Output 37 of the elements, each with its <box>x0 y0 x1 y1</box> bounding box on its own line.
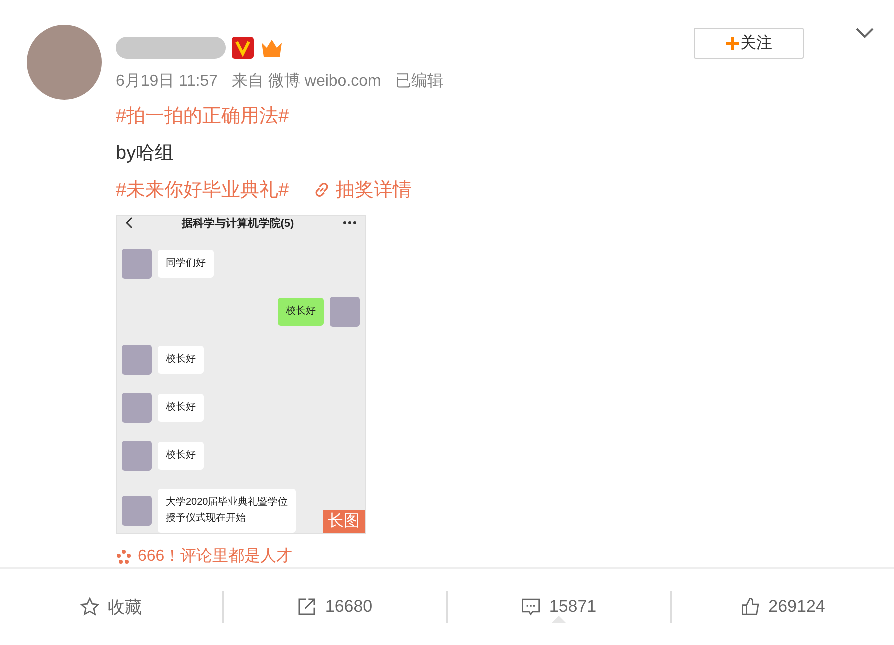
avatar-placeholder <box>122 441 152 471</box>
long-image-badge: 长图 <box>323 510 365 533</box>
chat-bubble: 校长好 <box>158 442 204 470</box>
chat-bubble: 校长好 <box>278 298 324 326</box>
avatar-placeholder <box>122 496 152 526</box>
hot-comment-link[interactable]: 666！评论里都是人才 <box>138 546 293 567</box>
plus-icon <box>726 37 738 50</box>
post-text: by哈组 <box>116 142 174 166</box>
chat-screenshot[interactable]: 据科学与计算机学院(5) 同学们好 校长好 校长好 校长好 校长好 大学2020届毕业典礼暨学位 授予仪式现在开始 长图 <box>116 214 366 534</box>
back-icon <box>125 217 133 230</box>
star-icon <box>80 597 100 617</box>
favorite-button[interactable]: 收藏 <box>0 591 222 623</box>
chevron-down-icon[interactable] <box>856 28 874 38</box>
chat-bubble: 校长好 <box>158 346 204 374</box>
share-icon <box>297 597 318 617</box>
post-source: 来自 微博 weibo.com <box>232 72 382 92</box>
share-button[interactable]: 16680 <box>224 591 446 623</box>
chat-bubble: 大学2020届毕业典礼暨学位 授予仪式现在开始 <box>158 489 296 533</box>
topic-link[interactable]: #拍一拍的正确用法# <box>116 102 290 129</box>
post-time[interactable]: 6月19日 11:57 <box>116 70 218 92</box>
comment-button[interactable]: 15871 <box>448 591 670 623</box>
topic-link[interactable]: #未来你好毕业典礼# <box>116 176 290 203</box>
more-icon <box>342 221 357 226</box>
edited-label[interactable]: 已编辑 <box>395 70 444 92</box>
chat-title: 据科学与计算机学院(5) <box>182 216 294 231</box>
follow-button[interactable]: 关注 <box>694 28 804 59</box>
chat-bubble: 校长好 <box>158 394 204 422</box>
thumbs-up-icon <box>740 597 761 617</box>
avatar-placeholder <box>122 249 152 279</box>
avatar-placeholder <box>330 297 360 327</box>
lottery-link[interactable]: 抽奖详情 <box>313 176 412 203</box>
verified-badge-icon <box>232 37 254 60</box>
avatar-placeholder <box>122 345 152 375</box>
comment-icon <box>521 597 542 617</box>
like-button[interactable]: 269124 <box>672 591 894 623</box>
avatar-placeholder <box>122 393 152 423</box>
chat-bubble: 同学们好 <box>158 250 214 278</box>
